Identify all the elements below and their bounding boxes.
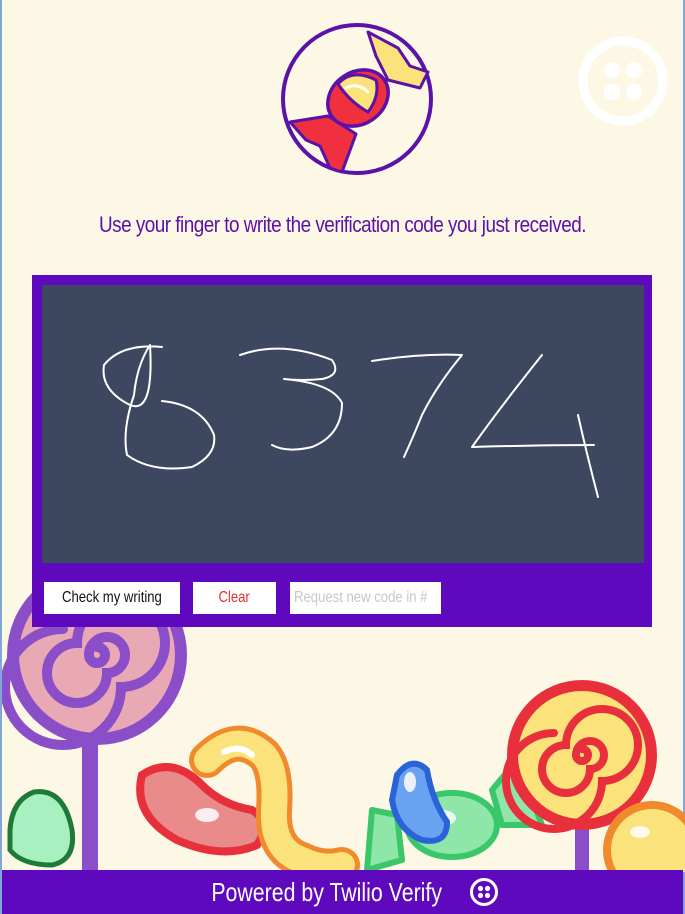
instruction-text: Use your finger to write the verificatio… bbox=[98, 212, 587, 237]
handwriting-strokes bbox=[102, 344, 599, 498]
request-new-code-button[interactable]: Request new code in # bbox=[290, 582, 441, 614]
drawing-canvas[interactable] bbox=[42, 285, 644, 563]
handwriting-panel: Check my writing Clear Request new code … bbox=[32, 275, 652, 627]
candy-logo-icon bbox=[281, 23, 433, 175]
clear-button[interactable]: Clear bbox=[193, 582, 276, 614]
twilio-logo-icon bbox=[578, 36, 668, 126]
footer-text[interactable]: Powered by Twilio Verify bbox=[211, 877, 442, 908]
twilio-icon bbox=[470, 878, 499, 906]
check-writing-button[interactable]: Check my writing bbox=[44, 582, 180, 614]
footer: Powered by Twilio Verify bbox=[2, 870, 683, 914]
